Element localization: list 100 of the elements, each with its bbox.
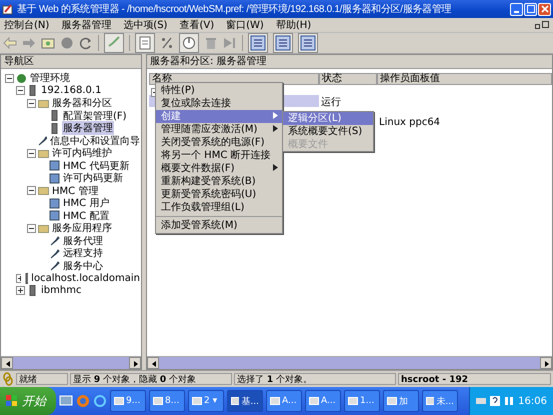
menu-item[interactable]: 查看(V) <box>179 18 214 32</box>
tree-item[interactable]: 服务器管理 <box>62 121 114 136</box>
window-icon <box>114 396 124 406</box>
column-header[interactable]: 状态 <box>319 73 377 85</box>
help-icon[interactable] <box>490 396 500 406</box>
window-icon <box>192 396 202 406</box>
tree-item[interactable]: 服务中心 <box>62 258 104 273</box>
taskbar-button[interactable]: 2 ▾ <box>188 390 224 412</box>
tree-item[interactable]: localhost.localdomain <box>30 272 141 284</box>
taskbar-button[interactable]: 1... <box>344 390 380 412</box>
menu-item[interactable]: 添加受管系统(M) <box>156 219 282 232</box>
menu-item[interactable]: 工作负载管理组(L) <box>156 201 282 214</box>
menu-item[interactable]: 重新构建受管系统(B) <box>156 175 282 188</box>
refresh-icon[interactable] <box>79 36 93 50</box>
server-icon <box>27 85 38 96</box>
menu-item[interactable]: 特性(P) <box>156 84 282 97</box>
menu-item[interactable]: 管理随需应变激活(M) <box>156 123 282 136</box>
page-icon <box>49 160 60 172</box>
menu-item[interactable]: 窗口(W) <box>226 18 264 32</box>
menu-item[interactable]: 服务器管理 <box>61 18 112 32</box>
minimize-button[interactable] <box>510 2 523 16</box>
start-button[interactable]: 开始 <box>0 387 56 415</box>
expander-icon[interactable] <box>27 224 36 233</box>
window-icon <box>426 396 434 406</box>
server-icon <box>49 110 60 122</box>
page-icon <box>49 198 60 209</box>
tree-item[interactable]: ibmhmc <box>40 285 82 296</box>
expander-icon[interactable] <box>16 86 25 96</box>
expander-icon[interactable] <box>27 148 36 158</box>
menu-item[interactable]: 选中项(S) <box>123 18 168 32</box>
tree-item[interactable]: 服务器和分区 <box>51 96 113 110</box>
scrollbar-thumb[interactable] <box>159 357 540 369</box>
tree-item[interactable]: HMC 管理 <box>51 184 100 198</box>
tree-item[interactable]: HMC 配置 <box>62 208 110 223</box>
pane-title: 导航区 <box>1 55 141 69</box>
scrollbar-thumb[interactable] <box>13 357 129 369</box>
menu-item[interactable]: 逻辑分区(L) <box>283 112 373 125</box>
scroll-right-icon[interactable] <box>540 357 552 369</box>
taskbar-button[interactable]: 9... <box>110 390 146 412</box>
maximize-button[interactable] <box>524 2 537 16</box>
power-icon[interactable] <box>179 33 199 53</box>
menu-item[interactable]: 概要文件数据(F) <box>156 162 282 175</box>
network-icon[interactable] <box>504 396 514 406</box>
tree-item[interactable]: 服务代理 <box>62 234 104 248</box>
close-button[interactable] <box>538 2 551 16</box>
tree-item[interactable]: HMC 用户 <box>62 196 110 210</box>
scroll-left-icon[interactable] <box>147 357 159 369</box>
window-icon <box>309 396 319 406</box>
tree-item[interactable]: 192.168.0.1 <box>40 85 102 96</box>
pane-title: 服务器和分区: 服务器管理 <box>147 55 552 69</box>
menu-item[interactable]: 将另一个 HMC 断开连接 <box>156 149 282 162</box>
window-icon <box>348 396 358 406</box>
tree-item[interactable]: 管理环境 <box>29 71 71 86</box>
view-icon[interactable] <box>248 33 268 53</box>
expander-icon[interactable] <box>16 286 25 296</box>
menu-item[interactable]: 创建 <box>156 110 282 123</box>
expander-icon[interactable] <box>16 274 21 283</box>
desktop-icon[interactable] <box>59 394 73 408</box>
menu-item[interactable]: 关闭受管系统的电源(F) <box>156 136 282 149</box>
scroll-right-icon[interactable] <box>129 357 141 369</box>
tool-icon <box>49 260 60 272</box>
expander-icon[interactable] <box>5 74 14 83</box>
app-icon <box>2 3 14 15</box>
tree-item[interactable]: 服务应用程序 <box>51 221 113 236</box>
taskbar-button[interactable]: 8... <box>149 390 185 412</box>
status-text: hscroot - 192 <box>398 373 551 385</box>
tree-item[interactable]: 配置架管理(F) <box>62 108 128 123</box>
document-icon[interactable] <box>135 33 155 53</box>
taskbar-button[interactable]: 未... <box>422 390 458 412</box>
view-icon[interactable] <box>298 33 318 53</box>
image-icon[interactable] <box>41 36 55 50</box>
view-icon[interactable] <box>273 33 293 53</box>
menu-item[interactable]: 控制台(N) <box>4 18 50 32</box>
taskbar-button[interactable]: 加 <box>383 390 419 412</box>
percent-icon[interactable] <box>160 36 174 50</box>
browser-icon[interactable] <box>93 394 107 408</box>
taskbar-button[interactable]: A... <box>266 390 302 412</box>
tree-item[interactable]: 许可内码更新 <box>62 171 124 186</box>
status-text: 就绪 <box>16 373 68 385</box>
window-icon <box>270 396 280 406</box>
menu-item[interactable]: 更新受管系统密码(U) <box>156 188 282 201</box>
tree-item[interactable]: HMC 代码更新 <box>62 158 130 173</box>
window-title: 基于 Web 的系统管理器 - /home/hscroot/WebSM.pref: /管理环境/192.168.0.1/服务器和分区/服务器管理 <box>17 2 452 16</box>
submenu-arrow-icon <box>273 164 278 171</box>
tree-item[interactable]: 许可内码维护 <box>51 146 113 160</box>
taskbar-button[interactable]: 基... <box>227 390 263 412</box>
folder-icon <box>38 222 49 234</box>
close-icon <box>540 5 548 13</box>
menu-item[interactable]: 复位或除去连接 <box>156 97 282 110</box>
column-header[interactable]: 操作员面板值 <box>377 73 552 85</box>
menu-item[interactable]: 系统概要文件(S) <box>283 125 373 138</box>
expander-icon[interactable] <box>27 186 36 196</box>
expander-icon[interactable] <box>27 98 36 108</box>
window-controls-icon[interactable] <box>535 21 549 29</box>
taskbar-button[interactable]: A... <box>305 390 341 412</box>
clock: 16:06 <box>518 396 547 406</box>
scroll-left-icon[interactable] <box>1 357 13 369</box>
menu-item[interactable]: 帮助(H) <box>276 18 312 32</box>
tree-item[interactable]: 信息中心和设置向导 <box>49 134 141 148</box>
tree-item[interactable]: 远程支持 <box>62 246 104 260</box>
